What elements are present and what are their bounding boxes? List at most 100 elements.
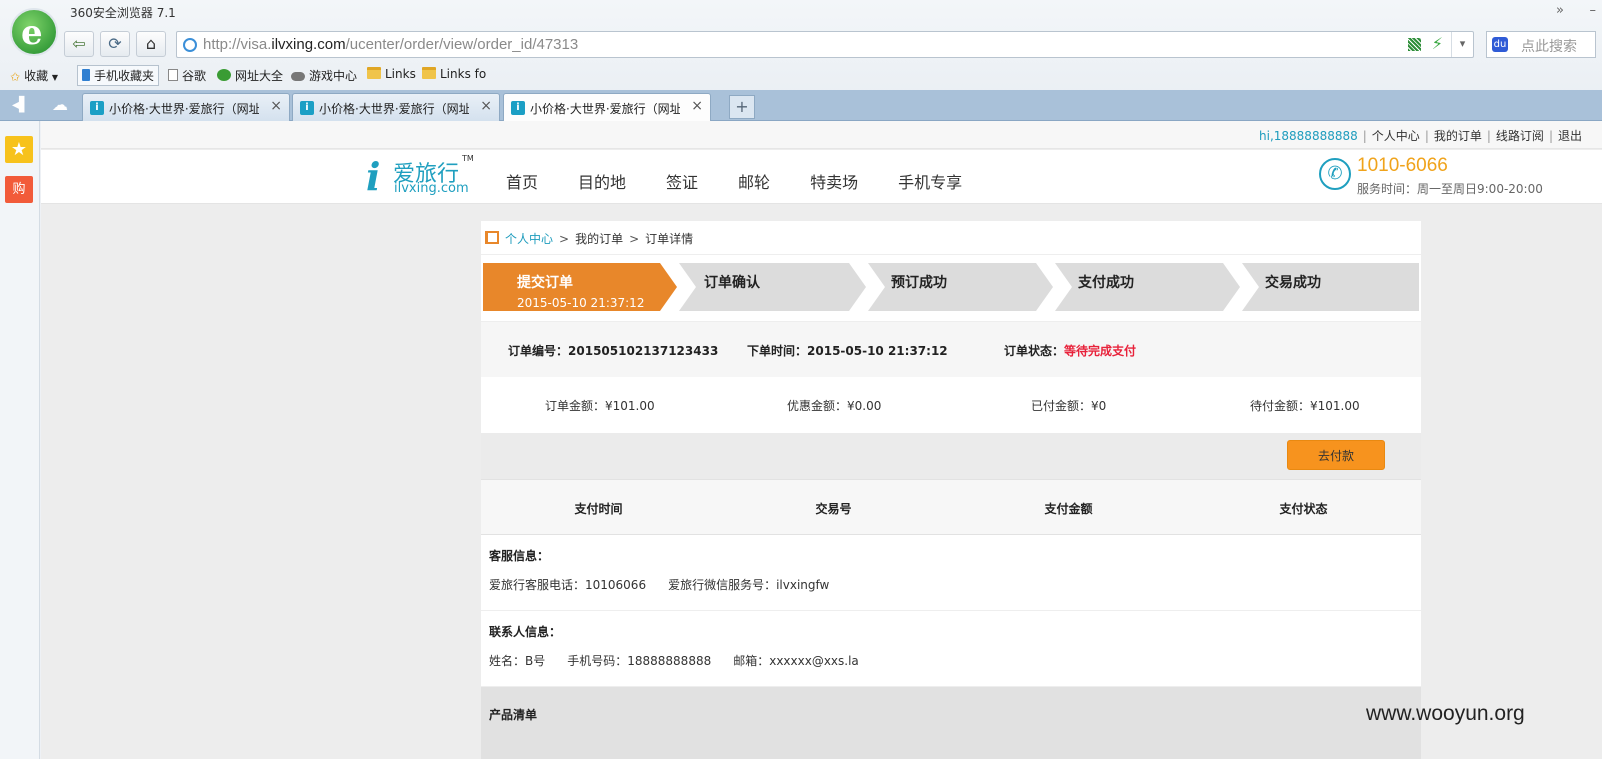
folder-icon: [367, 67, 381, 79]
service-info-title: 客服信息：: [489, 549, 550, 563]
user-center-icon: [485, 231, 499, 244]
star-icon: ✩: [10, 70, 21, 84]
bookmark-mobile[interactable]: 手机收藏夹: [77, 65, 160, 86]
refresh-button[interactable]: ⟳: [100, 31, 130, 57]
main-nav: 首页 目的地 签证 邮轮 特卖场 手机专享: [506, 169, 1002, 193]
phone-icon: ✆: [1319, 158, 1351, 190]
site-security-icon: [183, 38, 197, 52]
order-time: 下单时间：2015-05-10 21:37:12: [747, 344, 948, 358]
pay-now-button[interactable]: 去付款: [1287, 440, 1385, 470]
amount-row: 订单金额：¥101.00 优惠金额：¥0.00 已付金额：¥0 待付金额：¥10…: [481, 377, 1421, 433]
tab-2[interactable]: i 小价格·大世界·爱旅行（网址： ×: [292, 93, 500, 121]
order-number: 订单编号：201505102137123433: [508, 344, 719, 358]
product-list-title: 产品清单: [489, 708, 538, 722]
hotline: ✆ 1010-6066 服务时间：周一至周日9:00-20:00: [1319, 155, 1559, 199]
site-header: i 爱旅行 TM ilvxing.com 首页 目的地 签证 邮轮 特卖场 手机专享 ✆ …: [41, 150, 1602, 204]
hotline-number: 1010-6066: [1357, 155, 1448, 176]
mobile-icon: [82, 69, 90, 81]
col-pay-amount: 支付金额: [1044, 502, 1093, 516]
address-url[interactable]: http://visa.ilvxing.com/ucenter/order/vi…: [203, 36, 578, 53]
close-tab-icon[interactable]: ×: [691, 98, 703, 114]
search-engine-icon[interactable]: du: [1492, 37, 1508, 52]
link-my-orders[interactable]: 我的订单: [1434, 129, 1482, 143]
breadcrumb: 个人中心 > 我的订单 > 订单详情: [481, 221, 1421, 255]
site-favicon-icon: i: [511, 101, 525, 115]
contact-name: 姓名：B号: [489, 654, 546, 668]
close-tab-icon[interactable]: ×: [480, 98, 492, 114]
site-logo[interactable]: i 爱旅行 TM ilvxing.com: [366, 154, 476, 200]
greeting: hi,18888888888: [1259, 129, 1358, 143]
folder-icon: [422, 67, 436, 79]
bookmark-game-center[interactable]: 游戏中心: [291, 67, 357, 84]
product-list: 产品清单: [481, 687, 1421, 759]
home-button[interactable]: ⌂: [136, 31, 166, 57]
favorites-star-icon[interactable]: ★: [5, 136, 33, 163]
web-page: hi,18888888888 | 个人中心 | 我的订单 | 线路订阅 | 退出 i 爱旅行 T…: [41, 121, 1602, 759]
bookmark-links-fo[interactable]: Links fo: [422, 67, 486, 81]
due-amount: 待付金额：¥101.00: [1250, 399, 1360, 413]
link-user-center[interactable]: 个人中心: [1372, 129, 1420, 143]
bookmark-google[interactable]: 谷歌: [168, 67, 206, 84]
search-placeholder: 点此搜索: [1521, 39, 1577, 55]
bookmark-links[interactable]: Links: [367, 67, 416, 81]
nav-mobile[interactable]: 手机专享: [898, 169, 962, 193]
address-bar[interactable]: http://visa.ilvxing.com/ucenter/order/vi…: [176, 31, 1474, 58]
site-favicon-icon: i: [90, 101, 104, 115]
gamepad-icon: [291, 72, 305, 81]
col-pay-time: 支付时间: [574, 502, 623, 516]
tab-1[interactable]: i 小价格·大世界·爱旅行（网址： ×: [82, 93, 290, 121]
status-badge: 等待完成支付: [1064, 344, 1137, 358]
contact-mobile: 手机号码：18888888888: [567, 654, 712, 668]
discount-amount: 优惠金额：¥0.00: [787, 399, 882, 413]
order-detail-card: 个人中心 > 我的订单 > 订单详情 提交订单 2015-05-10 21:37:12 …: [481, 221, 1421, 759]
breadcrumb-my-orders[interactable]: 我的订单: [575, 232, 623, 246]
user-top-bar: hi,18888888888 | 个人中心 | 我的订单 | 线路订阅 | 退出: [41, 121, 1602, 149]
bookmark-favorites[interactable]: ✩ 收藏 ▼: [10, 67, 58, 84]
link-logout[interactable]: 退出: [1558, 129, 1582, 143]
qr-code-icon[interactable]: [1408, 38, 1421, 51]
tab-history-icon[interactable]: ◂▌: [12, 97, 30, 113]
cloud-icon[interactable]: ☁: [52, 95, 68, 114]
contact-email: 邮箱：xxxxxx@xxs.la: [733, 654, 859, 668]
search-input[interactable]: du 点此搜索: [1486, 31, 1596, 58]
shopping-icon[interactable]: 购: [5, 176, 33, 203]
breadcrumb-user-center[interactable]: 个人中心: [505, 232, 553, 246]
service-phone: 爱旅行客服电话：10106066: [489, 578, 647, 592]
nav-visa[interactable]: 签证: [666, 169, 698, 193]
tab-3-active[interactable]: i 小价格·大世界·爱旅行（网址： ×: [503, 93, 711, 122]
nav-destinations[interactable]: 目的地: [578, 169, 626, 193]
bookmark-url-directory[interactable]: 网址大全: [217, 67, 283, 84]
speed-mode-icon[interactable]: ⚡: [1432, 34, 1443, 53]
window-minimize-icon[interactable]: –: [1590, 3, 1597, 18]
order-info-row: 订单编号：201505102137123433 下单时间：2015-05-10 …: [481, 321, 1421, 377]
breadcrumb-current: 订单详情: [645, 232, 694, 246]
window-more-icon[interactable]: »: [1556, 3, 1564, 18]
address-dropdown-icon[interactable]: ▾: [1451, 32, 1473, 57]
browser-logo-icon[interactable]: e: [10, 8, 58, 56]
back-button[interactable]: ⇦: [64, 31, 94, 57]
browser-chrome: e 360安全浏览器 7.1 » – ⇦ ⟳ ⌂ http://visa.ilv…: [0, 0, 1602, 122]
col-transaction-no: 交易号: [815, 502, 852, 516]
contact-info: 联系人信息： 姓名：B号 手机号码：18888888888 邮箱：xxxxxx@xx…: [481, 611, 1421, 687]
order-amount: 订单金额：¥101.00: [545, 399, 655, 413]
service-info: 客服信息： 爱旅行客服电话：10106066 爱旅行微信服务号：ilvxingfw: [481, 535, 1421, 611]
watermark: www.wooyun.org: [1366, 702, 1525, 725]
browser-side-panel: ★ 购: [0, 121, 40, 759]
service-hours: 服务时间：周一至周日9:00-20:00: [1357, 182, 1543, 196]
step-timestamp: 2015-05-10 21:37:12: [517, 296, 645, 310]
page-icon: [168, 69, 178, 81]
tab-bar: ◂▌ ☁ i 小价格·大世界·爱旅行（网址： × i 小价格·大世界·爱旅行（网…: [0, 90, 1602, 122]
link-route-subscribe[interactable]: 线路订阅: [1496, 129, 1544, 143]
pay-row: 去付款: [481, 433, 1421, 479]
nav-sale[interactable]: 特卖场: [810, 169, 858, 193]
tab-title: 小价格·大世界·爱旅行（网址：: [109, 102, 259, 116]
close-tab-icon[interactable]: ×: [270, 98, 282, 114]
order-status: 订单状态：等待完成支付: [1004, 344, 1137, 358]
nav-home[interactable]: 首页: [506, 169, 538, 193]
service-wechat: 爱旅行微信服务号：ilvxingfw: [668, 578, 830, 592]
new-tab-button[interactable]: +: [729, 95, 755, 119]
globe-icon: [217, 69, 231, 81]
tab-title: 小价格·大世界·爱旅行（网址：: [530, 102, 680, 116]
nav-cruise[interactable]: 邮轮: [738, 169, 770, 193]
order-progress-steps: 提交订单 2015-05-10 21:37:12 订单确认 预订成功 支付成功 …: [483, 263, 1419, 311]
